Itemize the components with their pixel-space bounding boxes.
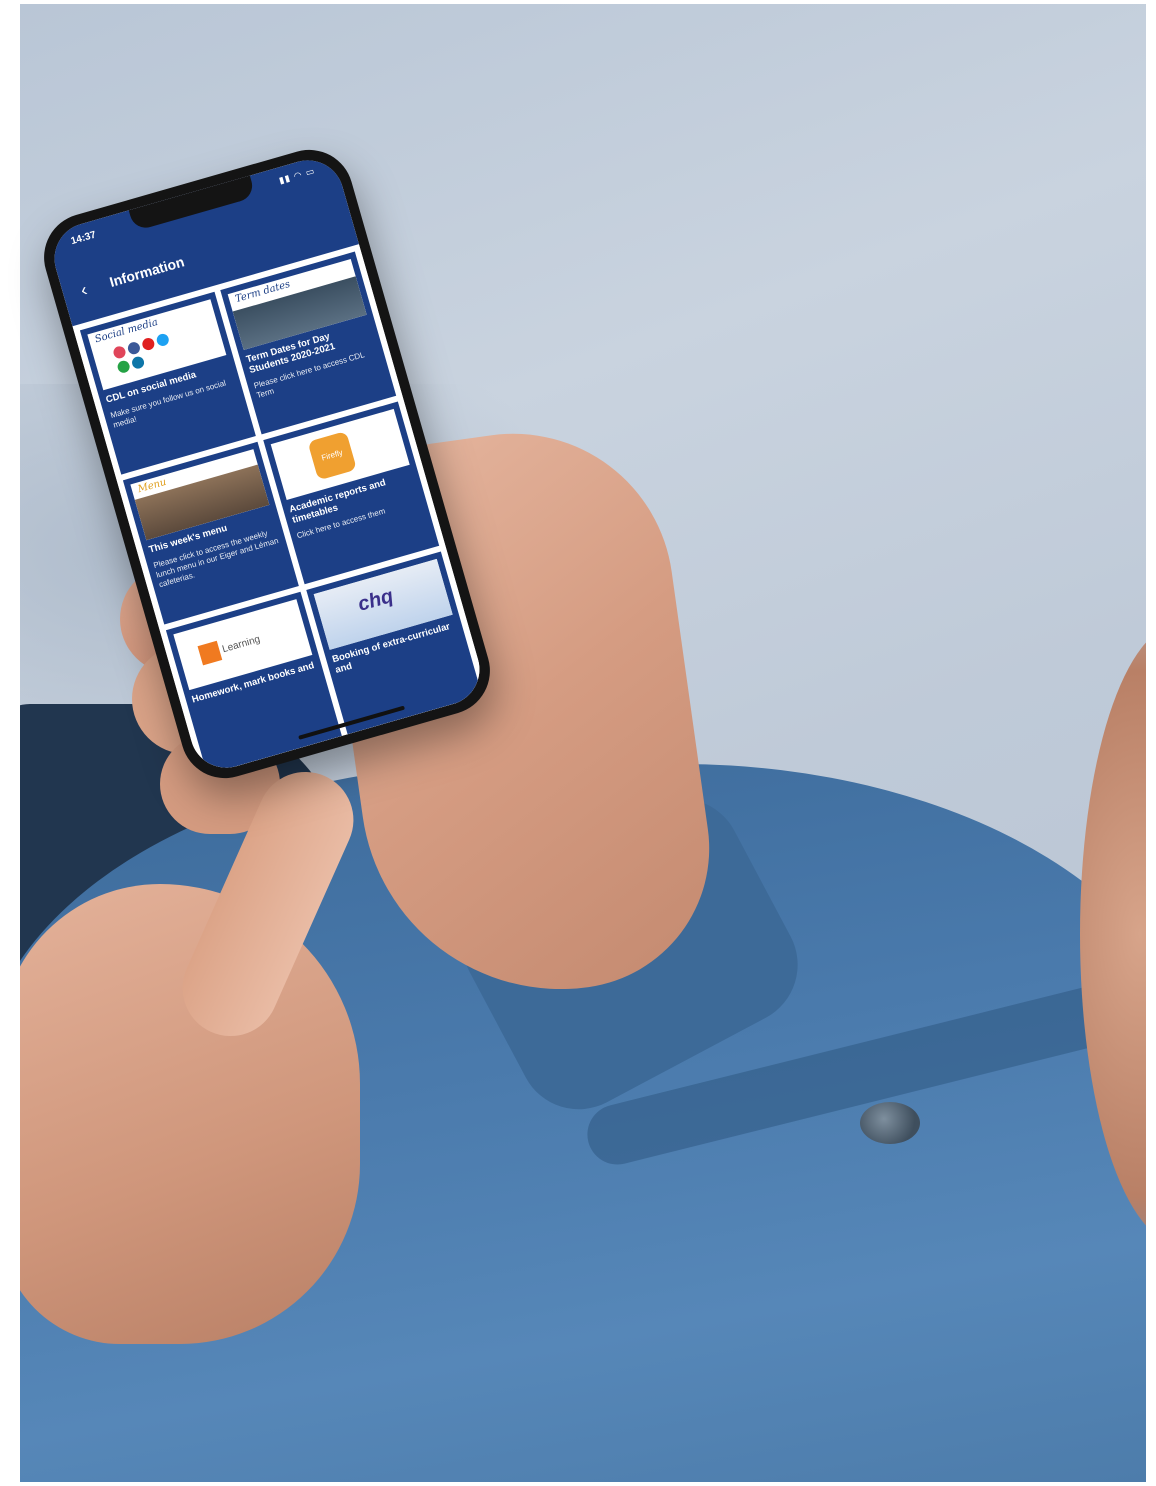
logo-text: Learning <box>220 633 262 655</box>
linkedin-icon <box>130 355 146 371</box>
status-icons: ▮▮ ◠ ▭ <box>277 165 317 186</box>
vimeo-icon <box>116 359 132 375</box>
learning-logo: Learning <box>197 624 281 667</box>
learning-icon <box>197 640 223 666</box>
facebook-icon <box>126 340 142 356</box>
chevron-left-icon[interactable]: ‹ <box>78 279 90 301</box>
pointing-hand <box>20 884 360 1344</box>
page-title: Information <box>107 253 187 290</box>
shirt-button <box>860 1102 920 1144</box>
twitter-icon <box>155 332 171 348</box>
youtube-icon <box>140 336 156 352</box>
status-time: 14:37 <box>69 229 98 248</box>
instagram-icon <box>112 344 127 360</box>
firefly-logo: Firefly <box>307 430 357 481</box>
